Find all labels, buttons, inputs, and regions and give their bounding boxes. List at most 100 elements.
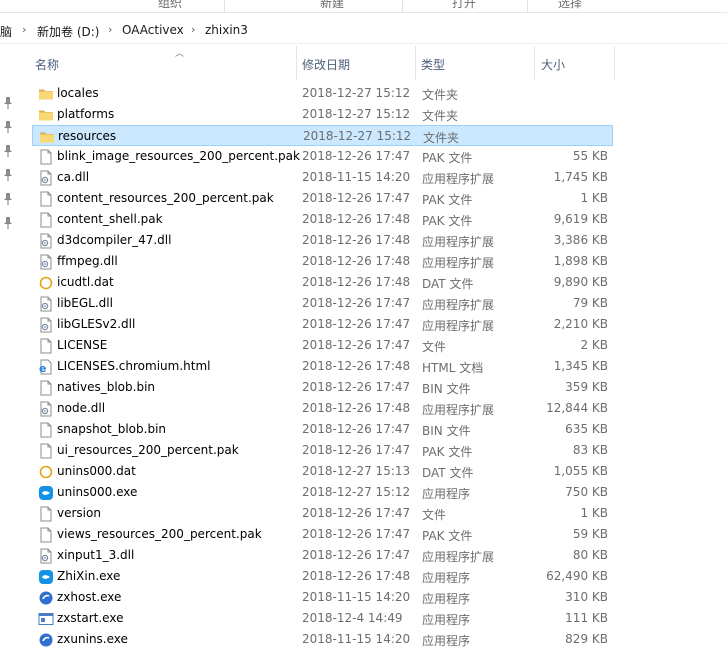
file-name: ZhiXin.exe [57,569,121,583]
dll-icon [38,170,54,186]
file-name: libEGL.dll [57,296,113,310]
file-modified-date: 2018-12-26 17:47 [302,443,411,457]
file-row[interactable]: unins000.exe 2018-12-27 15:12 应用程序 750 KB [32,482,613,503]
column-divider[interactable] [614,46,615,80]
ribbon-group-new[interactable]: 新建 [320,0,344,11]
file-type: 应用程序 [422,613,471,627]
chevron-right-icon[interactable]: › [22,23,26,36]
file-modified-date: 2018-12-26 17:48 [302,359,411,373]
file-size: 829 KB [565,632,608,646]
file-row[interactable]: ZhiXin.exe 2018-12-26 17:48 应用程序 62,490 KB [32,566,613,587]
file-modified-date: 2018-12-26 17:47 [302,296,411,310]
file-row[interactable]: zxunins.exe 2018-11-15 14:20 应用程序 829 KB [32,629,613,650]
file-row[interactable]: ca.dll 2018-11-15 14:20 应用程序扩展 1,745 KB [32,167,613,188]
file-modified-date: 2018-12-27 15:12 [302,485,411,499]
app-icon [38,569,54,585]
file-name: ca.dll [57,170,90,184]
ribbon-group-organize[interactable]: 组织 [158,0,182,11]
file-name: content_resources_200_percent.pak [57,191,274,205]
file-name: platforms [57,107,115,121]
ribbon-divider [527,0,528,13]
pin-icon[interactable] [2,96,14,110]
file-icon [38,527,54,543]
file-row[interactable]: content_shell.pak 2018-12-26 17:48 PAK 文件 9… [32,209,613,230]
column-header-date[interactable]: 修改日期 [302,56,350,73]
file-type: BIN 文件 [422,424,471,438]
file-name: icudtl.dat [57,275,114,289]
file-row[interactable]: platforms 2018-12-27 15:12 文件夹 [32,104,613,125]
file-row[interactable]: resources 2018-12-27 15:12 文件夹 [32,125,613,146]
file-row[interactable]: snapshot_blob.bin 2018-12-26 17:47 BIN 文件 6… [32,419,613,440]
file-row[interactable]: xinput1_3.dll 2018-12-26 17:47 应用程序扩展 80 KB [32,545,613,566]
file-modified-date: 2018-12-27 15:12 [303,129,412,143]
file-row[interactable]: LICENSE 2018-12-26 17:47 文件 2 KB [32,335,613,356]
file-name: node.dll [57,401,106,415]
file-type: 文件 [422,340,447,354]
file-row[interactable]: views_resources_200_percent.pak 2018-12-2… [32,524,613,545]
file-size: 79 KB [572,296,608,310]
ribbon-group-select[interactable]: 选择 [558,0,582,11]
file-size: 1,345 KB [553,359,608,373]
pin-icon[interactable] [2,168,14,182]
file-name: zxhost.exe [57,590,122,604]
file-row[interactable]: natives_blob.bin 2018-12-26 17:47 BIN 文件 35… [32,377,613,398]
column-divider[interactable] [534,46,535,80]
file-modified-date: 2018-12-27 15:13 [302,464,411,478]
column-divider[interactable] [296,46,297,80]
file-modified-date: 2018-12-26 17:47 [302,149,411,163]
pin-icon[interactable] [2,120,14,134]
file-type: DAT 文件 [422,277,474,291]
file-icon [38,443,54,459]
file-size: 1 KB [580,506,608,520]
file-row[interactable]: zxstart.exe 2018-12-4 14:49 应用程序 111 KB [32,608,613,629]
file-row[interactable]: locales 2018-12-27 15:12 文件夹 [32,83,613,104]
pin-icon[interactable] [2,192,14,206]
file-modified-date: 2018-12-26 17:48 [302,401,411,415]
file-size: 9,619 KB [553,212,608,226]
breadcrumb-zhixin3[interactable]: zhixin3 [205,23,248,37]
file-row[interactable]: ffmpeg.dll 2018-12-26 17:48 应用程序扩展 1,898 KB [32,251,613,272]
column-divider[interactable] [415,46,416,80]
file-type: PAK 文件 [422,151,473,165]
file-name: unins000.dat [57,464,136,478]
file-name: resources [58,129,117,143]
file-row[interactable]: zxhost.exe 2018-11-15 14:20 应用程序 310 KB [32,587,613,608]
file-row[interactable]: icudtl.dat 2018-12-26 17:48 DAT 文件 9,890 KB [32,272,613,293]
pin-icon[interactable] [2,144,14,158]
file-name: ui_resources_200_percent.pak [57,443,239,457]
file-row[interactable]: content_resources_200_percent.pak 2018-12… [32,188,613,209]
file-row[interactable]: e LICENSES.chromium.html 2018-12-26 17:48 H… [32,356,613,377]
file-modified-date: 2018-12-26 17:47 [302,317,411,331]
file-row[interactable]: blink_image_resources_200_percent.pak 201… [32,146,613,167]
column-header-name[interactable]: 名称 [35,56,59,73]
ribbon-group-open[interactable]: 打开 [452,0,476,11]
file-type: 文件夹 [422,88,459,102]
folder-icon [39,129,55,145]
file-row[interactable]: ui_resources_200_percent.pak 2018-12-26 1… [32,440,613,461]
file-type: HTML 文档 [422,361,484,375]
file-row[interactable]: libEGL.dll 2018-12-26 17:47 应用程序扩展 79 KB [32,293,613,314]
sort-ascending-icon: ︿ [175,49,185,59]
dll-icon [38,548,54,564]
chevron-right-icon[interactable]: › [191,23,195,36]
file-name: blink_image_resources_200_percent.pak [57,149,300,163]
svg-text:e: e [39,362,46,375]
navigation-pane [0,46,20,664]
file-size: 9,890 KB [553,275,608,289]
breadcrumb-this-pc[interactable]: 脑 [0,23,12,40]
file-size: 635 KB [565,422,608,436]
column-header-type[interactable]: 类型 [421,56,445,73]
file-row[interactable]: unins000.dat 2018-12-27 15:13 DAT 文件 1,055 … [32,461,613,482]
column-header-size[interactable]: 大小 [541,56,565,73]
file-row[interactable]: d3dcompiler_47.dll 2018-12-26 17:48 应用程序扩展… [32,230,613,251]
chevron-right-icon[interactable]: › [108,23,112,36]
breadcrumb-drive-d[interactable]: 新加卷 (D:) [37,23,99,40]
breadcrumb[interactable]: 脑 › 新加卷 (D:) › OAActivex › zhixin3 [0,18,727,44]
breadcrumb-oaactivex[interactable]: OAActivex [122,23,184,37]
pin-icon[interactable] [2,216,14,230]
file-row[interactable]: version 2018-12-26 17:47 文件 1 KB [32,503,613,524]
file-modified-date: 2018-12-26 17:47 [302,191,411,205]
file-row[interactable]: libGLESv2.dll 2018-12-26 17:47 应用程序扩展 2,210… [32,314,613,335]
file-row[interactable]: node.dll 2018-12-26 17:48 应用程序扩展 12,844 KB [32,398,613,419]
file-modified-date: 2018-12-26 17:47 [302,422,411,436]
